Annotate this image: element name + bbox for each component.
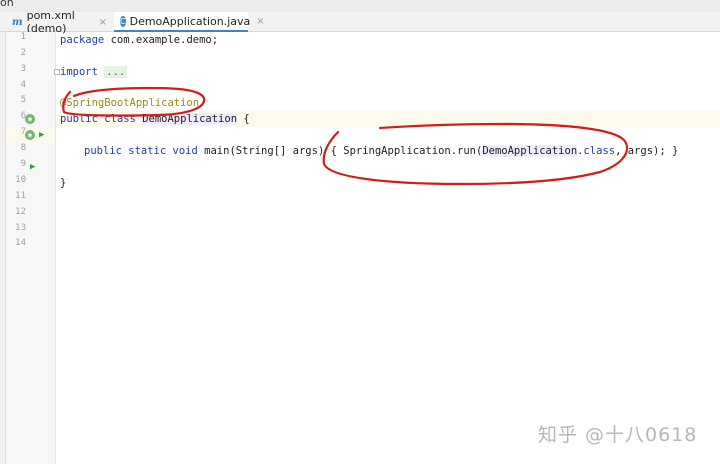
line-number: 2	[20, 48, 26, 58]
close-icon[interactable]: ×	[99, 17, 107, 28]
tab-label: DemoApplication.java	[129, 14, 251, 28]
spring-bean-icon[interactable]: ◉	[25, 114, 35, 124]
line-number: 7	[20, 127, 26, 137]
code-editor[interactable]: package com.example.demo; import ... @Sp…	[56, 32, 720, 464]
line-number: 12	[15, 207, 26, 217]
code-line-9[interactable]: public static void main(String[] args) {…	[84, 143, 678, 159]
line-number: 3	[20, 64, 26, 74]
spring-bean-icon[interactable]: ◉	[25, 130, 35, 140]
run-icon[interactable]: ▶	[39, 130, 44, 140]
line-number: 14	[15, 238, 26, 248]
editor-tab-bar: m pom.xml (demo) × C DemoApplication.jav…	[0, 9, 720, 35]
run-icon[interactable]: ▶	[30, 162, 35, 172]
watermark: 知乎 @十八0618	[538, 424, 698, 446]
line-number: 9	[20, 159, 26, 169]
window-title-strip: on	[0, 0, 720, 12]
line-number: 4	[20, 80, 26, 90]
tab-demo-application-java[interactable]: C DemoApplication.java ×	[114, 12, 265, 32]
line-number: 1	[20, 32, 26, 42]
line-number: 5	[20, 95, 26, 105]
code-line-7[interactable]: public class DemoApplication {	[60, 111, 250, 127]
close-icon[interactable]: ×	[256, 16, 264, 27]
line-number: 11	[15, 191, 26, 201]
java-class-icon: C	[120, 15, 126, 27]
tab-pom-xml[interactable]: m pom.xml (demo) ×	[6, 9, 113, 35]
line-number: 10	[15, 175, 26, 185]
line-number: 8	[20, 143, 26, 153]
maven-icon: m	[12, 16, 23, 28]
line-number: 6	[20, 111, 26, 121]
folded-imports[interactable]: ...	[104, 66, 128, 78]
code-line-6[interactable]: @SpringBootApplication	[60, 95, 199, 111]
window-title-fragment: on	[0, 0, 14, 9]
line-number: 13	[15, 223, 26, 233]
code-line-3[interactable]: import ...	[60, 64, 128, 80]
editor-gutter: 1 2 3 4 5 6 ◉ 7 ◉ ▶ 8 9 ▶ 10 11 12 13 14	[6, 32, 60, 464]
code-line-1[interactable]: package com.example.demo;	[60, 32, 218, 48]
code-line-12[interactable]: }	[60, 175, 66, 191]
